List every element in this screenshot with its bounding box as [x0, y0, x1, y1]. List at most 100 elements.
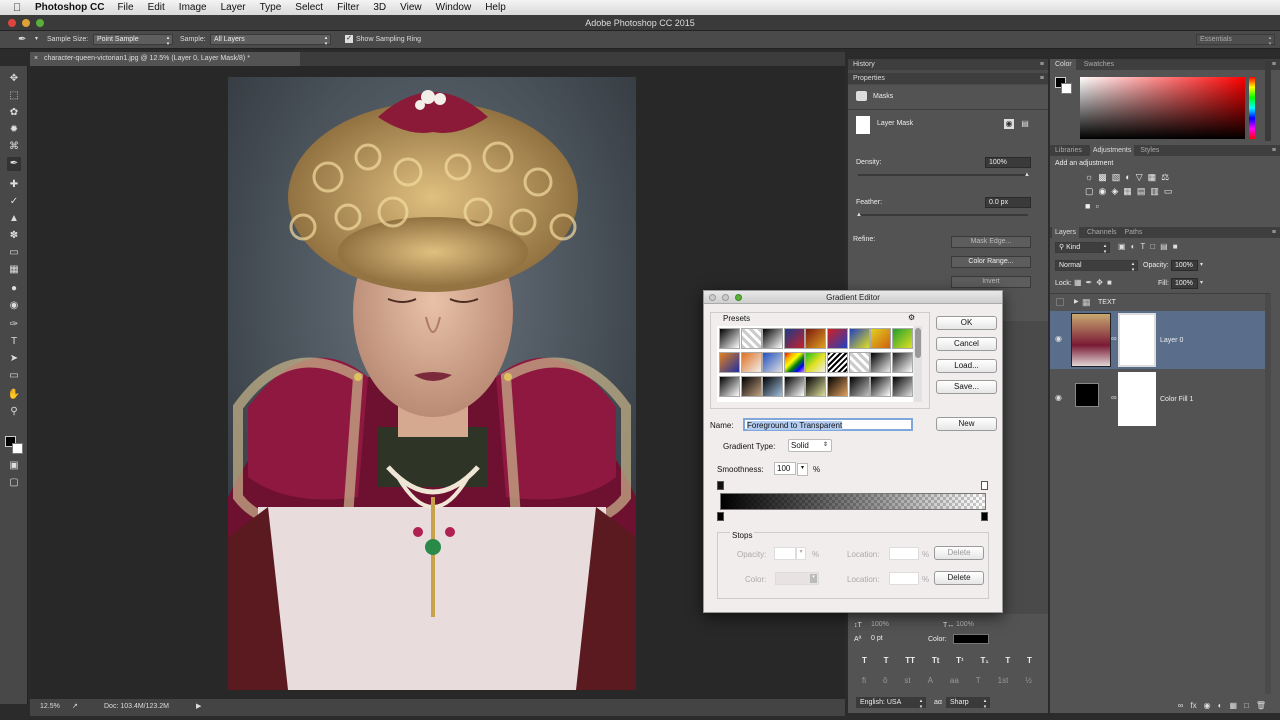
quick-mask-icon[interactable]: ▣ [7, 459, 21, 473]
apple-icon[interactable]:  [13, 2, 27, 14]
delete-opacity-stop-button[interactable]: Delete [934, 546, 984, 560]
gradient-preset-swatch[interactable] [762, 352, 784, 373]
smart-object-filter-icon[interactable]: ▤ [1160, 242, 1168, 253]
tab-libraries[interactable]: Libraries [1050, 147, 1082, 154]
stop-opacity-input[interactable] [774, 547, 796, 560]
titling-alternates-button[interactable]: T [976, 676, 981, 688]
gradient-preset-swatch[interactable] [719, 328, 740, 349]
tab-styles[interactable]: Styles [1140, 147, 1159, 154]
gradient-map-icon[interactable]: ▫ [1095, 201, 1098, 212]
gradient-preset-swatch[interactable] [762, 376, 784, 397]
eyedropper-tool-icon[interactable]: ✒ [7, 157, 21, 171]
link-layers-icon[interactable]: ∞ [1178, 701, 1184, 713]
fractions-button[interactable]: ½ [1025, 676, 1032, 688]
color-stop-left[interactable] [717, 512, 724, 521]
pen-tool-icon[interactable]: ✑ [7, 318, 21, 332]
rectangle-tool-icon[interactable]: ▭ [7, 369, 21, 383]
menu-filter[interactable]: Filter [337, 2, 359, 13]
gradient-preset-swatch[interactable] [783, 376, 805, 397]
background-color-swatch[interactable] [1061, 83, 1072, 94]
menu-type[interactable]: Type [260, 2, 282, 13]
scrollbar[interactable] [1265, 294, 1271, 694]
language-select[interactable]: English: USA [856, 697, 926, 710]
menu-layer[interactable]: Layer [221, 2, 246, 13]
feather-field[interactable]: 0.0 px [985, 197, 1031, 208]
selective-color-icon[interactable]: ■ [1085, 201, 1090, 212]
small-caps-button[interactable]: Tt [932, 656, 940, 668]
layer-row-text-group[interactable]: ▶ ▦ TEXT [1050, 295, 1270, 311]
menu-3d[interactable]: 3D [373, 2, 386, 13]
channel-mixer-icon[interactable]: ◈ [1111, 186, 1118, 198]
gradient-preset-swatch[interactable] [870, 352, 892, 373]
history-brush-tool-icon[interactable]: ✽ [7, 229, 21, 243]
invert-icon[interactable]: ▤ [1137, 186, 1146, 198]
menu-help[interactable]: Help [485, 2, 506, 13]
new-layer-icon[interactable]: □ [1244, 701, 1249, 713]
fill-arrow-icon[interactable]: ▾ [1200, 279, 1203, 286]
gradient-tool-icon[interactable]: ▦ [7, 263, 21, 277]
new-adjustment-icon[interactable]: ◐ [1218, 701, 1223, 713]
dialog-close-button[interactable] [709, 294, 716, 301]
color-lookup-icon[interactable]: ▦ [1123, 186, 1132, 198]
app-menu[interactable]: Photoshop CC [35, 2, 104, 13]
menu-edit[interactable]: Edit [148, 2, 165, 13]
eyedropper-tool-icon[interactable]: ✒ [18, 34, 26, 45]
black-white-icon[interactable]: ▢ [1085, 186, 1094, 198]
healing-brush-tool-icon[interactable]: ✚ [7, 178, 21, 192]
clone-stamp-tool-icon[interactable]: ▲ [7, 212, 21, 226]
all-caps-button[interactable]: TT [905, 656, 915, 668]
stop-color-dropdown-icon[interactable]: ▾ [810, 574, 817, 583]
eye-icon[interactable]: ◉ [1055, 393, 1062, 402]
marquee-tool-icon[interactable]: ⬚ [7, 89, 21, 103]
curves-icon[interactable]: ▧ [1112, 172, 1121, 184]
scrollbar[interactable] [1265, 61, 1271, 141]
show-ring-checkbox[interactable]: ✓ [345, 35, 353, 43]
panel-menu-icon[interactable]: ≡ [1272, 59, 1276, 70]
color-picker-field[interactable] [1080, 77, 1245, 139]
brightness-icon[interactable]: ☼ [1085, 172, 1093, 184]
name-input[interactable]: Foreground to Transparent [743, 418, 913, 431]
workspace-select[interactable]: Essentials [1196, 34, 1275, 47]
tab-adjustments[interactable]: Adjustments [1089, 145, 1135, 156]
lock-all-icon[interactable]: ■ [1107, 278, 1112, 289]
layer-style-icon[interactable]: fx [1190, 701, 1196, 713]
baseline-shift-field[interactable]: 0 pt [868, 634, 928, 645]
exposure-icon[interactable]: ◐ [1125, 172, 1130, 184]
gradient-preset-swatch[interactable] [848, 352, 870, 373]
kind-filter-select[interactable]: ⚲ Kind [1055, 242, 1110, 255]
gradient-preset-swatch[interactable] [848, 376, 870, 397]
panel-menu-icon[interactable]: ≡ [1272, 227, 1276, 238]
gradient-preview-bar[interactable] [720, 493, 986, 510]
subscript-button[interactable]: T₁ [980, 656, 988, 668]
hue-slider[interactable] [1249, 77, 1255, 139]
gradient-preset-swatch[interactable] [783, 352, 805, 373]
gradient-preset-swatch[interactable] [719, 352, 740, 373]
smoothness-dropdown-icon[interactable]: ▾ [797, 463, 808, 476]
add-mask-icon[interactable]: ◉ [1204, 701, 1211, 713]
dialog-zoom-button[interactable] [735, 294, 742, 301]
lock-pixels-icon[interactable]: ✒ [1086, 278, 1093, 289]
zoom-window-button[interactable] [36, 19, 44, 27]
settings-gear-icon[interactable]: ⚙ [908, 313, 915, 322]
tab-swatches[interactable]: Swatches [1078, 61, 1114, 68]
opacity-arrow-icon[interactable]: ▾ [1200, 261, 1203, 268]
gradient-preset-swatch[interactable] [805, 376, 827, 397]
text-color-swatch[interactable] [953, 634, 989, 644]
faux-bold-button[interactable]: T [862, 656, 867, 668]
eraser-tool-icon[interactable]: ▭ [7, 246, 21, 260]
density-slider[interactable] [858, 174, 1028, 176]
hand-tool-icon[interactable]: ✋ [7, 388, 21, 402]
discretionary-ligatures-button[interactable]: st [904, 676, 910, 688]
gradient-preset-swatch[interactable] [805, 352, 827, 373]
layer-row-color-fill-1[interactable]: ◉ ∞ Color Fill 1 [1050, 370, 1270, 428]
gradient-preset-swatch[interactable] [805, 328, 827, 349]
background-color-swatch[interactable] [12, 443, 23, 454]
menu-select[interactable]: Select [295, 2, 323, 13]
adjustment-filter-icon[interactable]: ◐ [1131, 242, 1136, 253]
history-panel-header[interactable]: History ≡ [848, 59, 1048, 70]
mask-edge-button[interactable]: Mask Edge... [951, 236, 1031, 248]
new-button[interactable]: New [936, 417, 997, 431]
faux-italic-button[interactable]: T [884, 656, 889, 668]
panel-menu-icon[interactable]: ≡ [1040, 73, 1044, 84]
gradient-preset-swatch[interactable] [762, 328, 784, 349]
